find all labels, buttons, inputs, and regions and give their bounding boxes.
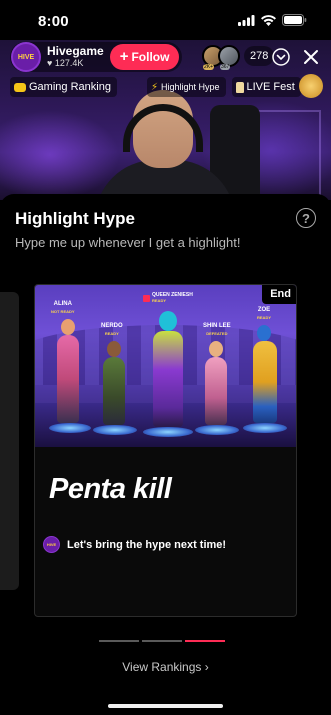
crown-icon <box>143 294 150 302</box>
crown-player-status: READY <box>152 298 167 303</box>
signal-icon <box>238 14 255 26</box>
view-rankings-link[interactable]: View Rankings › <box>0 660 331 674</box>
tag-live-fest[interactable]: LIVE Fest <box>231 77 301 97</box>
message-avatar: HIVE <box>43 536 60 553</box>
host-likes-count: 127.4K <box>54 58 84 68</box>
player-status: READY <box>257 315 272 320</box>
host-info: Hivegame ♥ 127.4K <box>47 45 104 69</box>
follow-label: Follow <box>131 50 170 64</box>
player-name: ALINA <box>53 301 72 307</box>
trophy-icon <box>235 81 244 93</box>
player-status: NOT READY <box>51 309 75 314</box>
tag-label: Highlight Hype <box>160 82 220 92</box>
previous-card[interactable] <box>0 292 19 590</box>
viewer-badge: 367 <box>220 64 231 70</box>
live-header: HIVE Hivegame ♥ 127.4K + Follow 2K+ 367 … <box>10 42 322 72</box>
player-tag-zoe: ZOE READY <box>257 307 271 321</box>
follow-button[interactable]: + Follow <box>109 44 180 70</box>
crown-name-tag: QUEEN ZENIESH READY <box>143 292 193 304</box>
lightning-icon: ⚡ <box>150 81 158 93</box>
player-status: READY <box>104 331 119 336</box>
character-alina <box>61 319 75 335</box>
player-status: DEFEATED <box>206 331 228 336</box>
live-tags: Gaming Ranking ⚡ Highlight Hype LIVE Fes… <box>10 77 331 97</box>
close-icon[interactable] <box>300 46 322 68</box>
top-viewers[interactable]: 2K+ 367 278 <box>202 45 275 70</box>
tag-label: LIVE Fest <box>246 81 295 93</box>
help-icon[interactable]: ? <box>296 208 316 228</box>
host-pill[interactable]: HIVE Hivegame ♥ 127.4K + Follow <box>10 42 183 72</box>
phone-screen: 8:00 HIVE Hivegame ♥ 127.4K + Follow 2K+… <box>0 0 331 715</box>
player-tag-shin-lee: SHIN LEE DEFEATED <box>203 323 231 337</box>
tag-highlight-hype[interactable]: ⚡ Highlight Hype <box>146 77 226 97</box>
tag-label: Gaming Ranking <box>29 81 111 93</box>
player-tag-nerdo: NERDO READY <box>101 323 123 337</box>
highlight-title: Penta kill <box>49 473 172 505</box>
host-name: Hivegame <box>47 44 104 58</box>
viewer-avatar[interactable]: 367 <box>218 45 240 70</box>
highlight-artwork: QUEEN ZENIESH READY ALINA NOT READY NERD… <box>35 285 296 447</box>
panel-subtitle: Hype me up whenever I get a highlight! <box>15 235 241 250</box>
host-likes: ♥ 127.4K <box>47 58 104 69</box>
status-bar: 8:00 <box>0 0 331 40</box>
gift-icon[interactable] <box>299 74 323 98</box>
pager-dot-active[interactable] <box>185 640 225 642</box>
character-queen <box>159 311 177 331</box>
pager-dot[interactable] <box>142 640 182 642</box>
player-tag-alina: ALINA NOT READY <box>51 301 75 315</box>
player-name: ZOE <box>257 307 271 313</box>
wifi-icon <box>261 14 276 26</box>
hype-message-row: HIVE Let's bring the hype next time! <box>43 536 226 553</box>
pager-dot[interactable] <box>99 640 139 642</box>
carousel-pager <box>99 640 225 642</box>
end-badge: End <box>262 285 296 304</box>
tag-gaming-ranking[interactable]: Gaming Ranking <box>10 77 117 97</box>
character-shin-lee <box>209 341 223 357</box>
viewer-badge: 2K+ <box>203 64 215 70</box>
gamepad-icon <box>14 82 26 92</box>
player-name: SHIN LEE <box>203 323 231 329</box>
highlight-hype-panel: Highlight Hype ? Hype me up whenever I g… <box>0 194 331 715</box>
host-avatar[interactable]: HIVE <box>11 42 41 72</box>
character-zoe <box>257 325 271 341</box>
battery-icon <box>282 14 307 26</box>
heart-icon: ♥ <box>47 58 53 68</box>
home-indicator[interactable] <box>108 704 223 708</box>
plus-icon: + <box>119 48 129 65</box>
hype-message: Let's bring the hype next time! <box>67 538 227 551</box>
status-icons <box>238 14 307 26</box>
status-time: 8:00 <box>38 13 69 30</box>
collapse-chevron-icon[interactable] <box>270 46 292 68</box>
player-name: NERDO <box>101 323 123 329</box>
panel-title: Highlight Hype <box>15 209 135 228</box>
highlight-card[interactable]: QUEEN ZENIESH READY ALINA NOT READY NERD… <box>34 284 297 617</box>
character-nerdo <box>107 341 121 357</box>
